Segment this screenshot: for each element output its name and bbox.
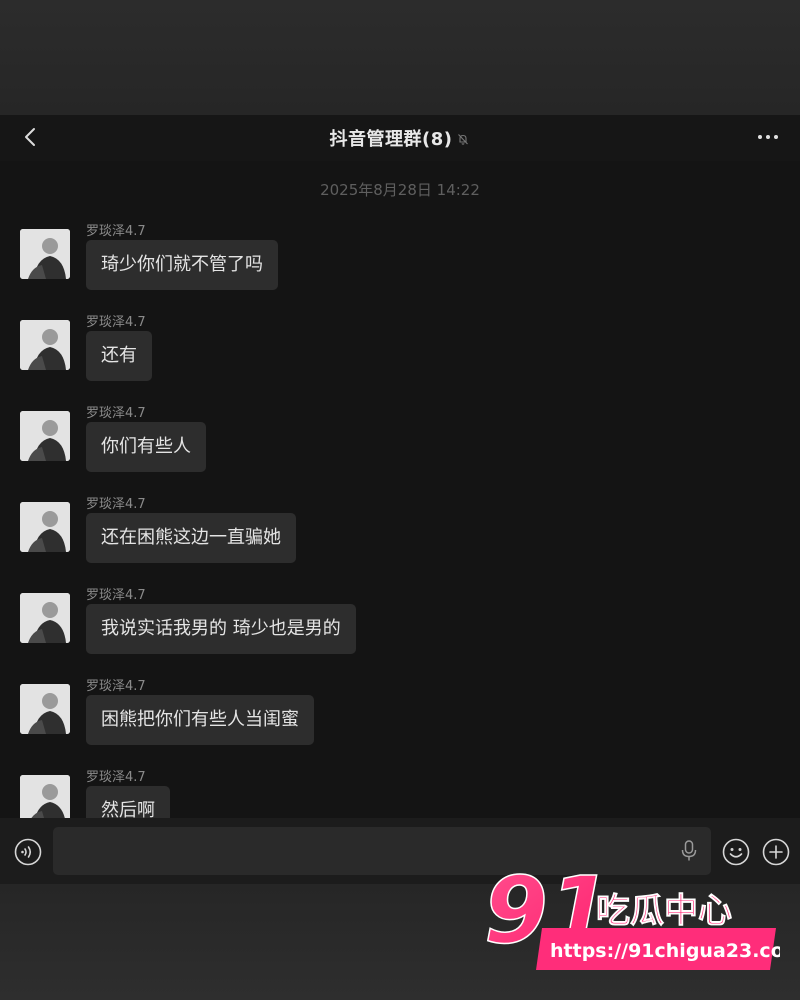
chat-screen: 抖音管理群(8) 2025年8月28日 14:22 罗琰泽4.7 琦少你们就不管… [0, 115, 800, 884]
message-row: 罗琰泽4.7 然后啊 [20, 766, 720, 818]
sender-name: 罗琰泽4.7 [86, 588, 146, 603]
avatar-image [20, 229, 70, 279]
sender-name: 罗琰泽4.7 [86, 224, 146, 239]
watermark-url: https://91chigua23.com [550, 940, 780, 962]
avatar-image [20, 502, 70, 552]
avatar[interactable] [20, 775, 70, 818]
message-row: 罗琰泽4.7 还在困熊这边一直骗她 [20, 493, 720, 573]
avatar[interactable] [20, 229, 70, 279]
avatar-image [20, 684, 70, 734]
message-bubble[interactable]: 然后啊 [86, 786, 170, 818]
bell-off-icon [458, 134, 469, 145]
avatar[interactable] [20, 411, 70, 461]
message-row: 罗琰泽4.7 我说实话我男的 琦少也是男的 [20, 584, 720, 664]
message-bubble[interactable]: 你们有些人 [86, 422, 206, 472]
message-timestamp: 2025年8月28日 14:22 [320, 181, 480, 199]
message-bubble[interactable]: 还在困熊这边一直骗她 [86, 513, 296, 563]
avatar-image [20, 320, 70, 370]
avatar[interactable] [20, 502, 70, 552]
message-bubble[interactable]: 我说实话我男的 琦少也是男的 [86, 604, 356, 654]
avatar[interactable] [20, 593, 70, 643]
chat-header: 抖音管理群(8) [0, 115, 800, 161]
message-bubble[interactable]: 困熊把你们有些人当闺蜜 [86, 695, 314, 745]
chat-title[interactable]: 抖音管理群(8) [330, 129, 453, 150]
sender-name: 罗琰泽4.7 [86, 315, 146, 330]
sender-name: 罗琰泽4.7 [86, 770, 146, 785]
chat-title-wrap: 抖音管理群(8) [0, 125, 800, 151]
message-row: 罗琰泽4.7 琦少你们就不管了吗 [20, 220, 720, 300]
sender-name: 罗琰泽4.7 [86, 679, 146, 694]
sender-name: 罗琰泽4.7 [86, 497, 146, 512]
top-blank-area [0, 0, 800, 115]
voice-icon[interactable] [14, 838, 42, 866]
message-bubble[interactable]: 还有 [86, 331, 152, 381]
message-list: 罗琰泽4.7 琦少你们就不管了吗 罗琰泽4.7 还有 罗琰泽4.7 你们有些人 … [0, 220, 800, 818]
avatar[interactable] [20, 684, 70, 734]
sender-name: 罗琰泽4.7 [86, 406, 146, 421]
watermark-logo: 91 吃瓜中心 https://91chigua23.com [483, 856, 780, 970]
screenshot-frame: 抖音管理群(8) 2025年8月28日 14:22 罗琰泽4.7 琦少你们就不管… [0, 0, 800, 1000]
avatar-image [20, 411, 70, 461]
message-row: 罗琰泽4.7 还有 [20, 311, 720, 391]
watermark-title: 吃瓜中心 [596, 891, 732, 931]
more-horizontal-icon[interactable] [756, 131, 780, 143]
message-row: 罗琰泽4.7 困熊把你们有些人当闺蜜 [20, 675, 720, 755]
avatar-image [20, 593, 70, 643]
message-bubble[interactable]: 琦少你们就不管了吗 [86, 240, 278, 290]
avatar-image [20, 775, 70, 818]
message-row: 罗琰泽4.7 你们有些人 [20, 402, 720, 482]
avatar[interactable] [20, 320, 70, 370]
